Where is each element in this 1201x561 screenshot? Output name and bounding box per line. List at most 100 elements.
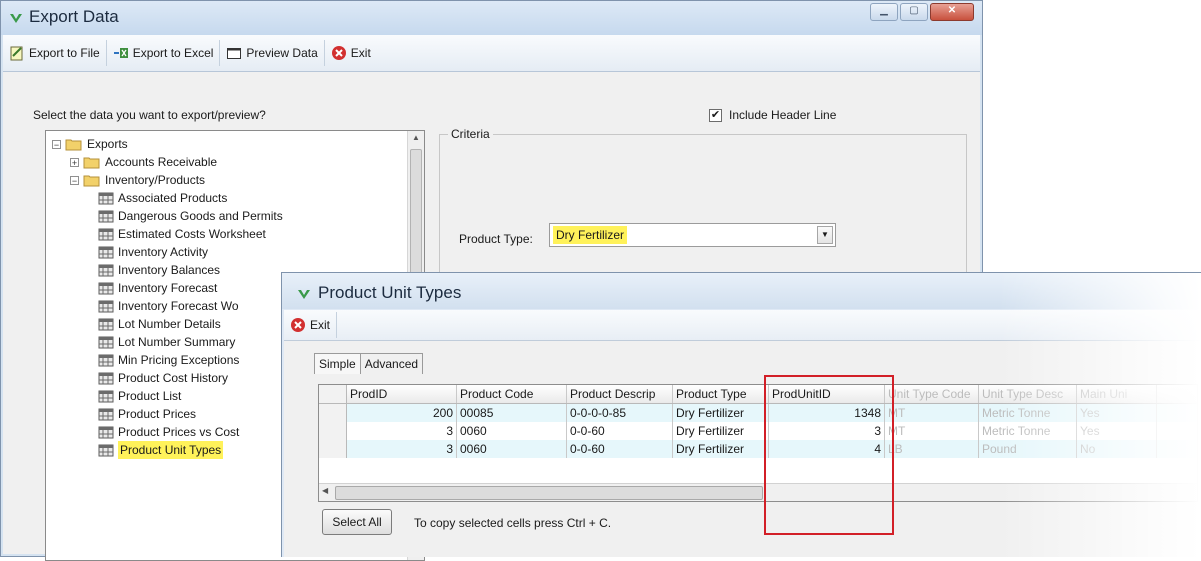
grid-cell[interactable]: Yes [1077, 422, 1157, 440]
include-header-label: Include Header Line [729, 108, 837, 122]
tree-item-label: Product Prices vs Cost [118, 425, 240, 439]
tree-item[interactable]: Product Prices [98, 405, 196, 423]
grid-cell[interactable]: Metric Tonne [979, 422, 1077, 440]
export-to-excel-button[interactable]: Export to Excel [107, 40, 221, 66]
child-exit-button[interactable]: Exit [284, 312, 338, 338]
row-selector[interactable] [319, 385, 347, 403]
column-header[interactable]: Product Code [457, 385, 567, 403]
grid-cell[interactable]: Metric Tonne [979, 404, 1077, 422]
row-selector[interactable] [319, 404, 347, 422]
tree-item[interactable]: Product List [98, 387, 181, 405]
preview-data-button[interactable]: Preview Data [220, 40, 325, 66]
grid-cell[interactable]: 0-0-60 [567, 422, 673, 440]
column-header[interactable]: Product Descrip [567, 385, 673, 403]
tree-item[interactable]: Product Prices vs Cost [98, 423, 239, 441]
include-header-check-icon[interactable]: ✔ [709, 108, 722, 122]
tree-item[interactable]: Inventory Activity [98, 243, 208, 261]
tree-node-inventory-products[interactable]: − Inventory/Products [70, 171, 205, 189]
column-header[interactable]: ProdID [347, 385, 457, 403]
chevron-down-icon[interactable]: ▼ [817, 226, 833, 244]
row-selector[interactable] [319, 422, 347, 440]
table-icon [98, 300, 114, 312]
scroll-up-icon[interactable]: ▲ [408, 133, 424, 142]
table-icon [98, 408, 114, 420]
folder-open-icon [65, 139, 82, 150]
grid-cell[interactable]: MT [885, 404, 979, 422]
child-titlebar[interactable]: Product Unit Types [282, 273, 1201, 309]
column-header[interactable]: Main Uni [1077, 385, 1157, 403]
grid-cell[interactable]: 00085 [457, 404, 567, 422]
select-all-button[interactable]: Select All [322, 509, 392, 535]
include-header-checkbox[interactable]: ✔ Include Header Line [709, 108, 836, 122]
child-client-area: Simple Advanced ◀ ProdID Product Code Prod… [284, 341, 1201, 557]
grid-cell[interactable]: 3 [347, 440, 457, 458]
tree-item-label: Lot Number Details [118, 317, 221, 331]
column-header[interactable]: Unit Type Code [885, 385, 979, 403]
tree-item-label: Associated Products [118, 191, 228, 205]
exit-button[interactable]: Exit [325, 40, 377, 66]
collapse-icon[interactable]: − [52, 139, 61, 149]
grid-cell[interactable]: 200 [347, 404, 457, 422]
grid-cell[interactable]: 0060 [457, 440, 567, 458]
product-type-dropdown[interactable]: Dry Fertilizer ▼ [549, 223, 836, 247]
view-tabs: Simple Advanced [314, 353, 424, 374]
table-icon [98, 444, 114, 456]
tree-item[interactable]: Lot Number Summary [98, 333, 235, 351]
tree-item-label: Inventory Forecast Wo [118, 299, 239, 313]
grid-cell[interactable]: Dry Fertilizer [673, 422, 769, 440]
row-selector[interactable] [319, 440, 347, 458]
grid-cell[interactable]: MT [885, 422, 979, 440]
column-header[interactable]: Product Type [673, 385, 769, 403]
tree-item[interactable]: Inventory Balances [98, 261, 220, 279]
tree-item[interactable]: Associated Products [98, 189, 227, 207]
export-to-file-button[interactable]: Export to File [3, 40, 107, 66]
grid-cell[interactable]: 0-0-60 [567, 440, 673, 458]
tree-item[interactable]: Product Cost History [98, 369, 228, 387]
main-titlebar[interactable]: Export Data ▁ ▢ ✕ [1, 1, 982, 35]
column-header[interactable]: Unit Type Desc [979, 385, 1077, 403]
tree-node-exports[interactable]: − Exports [52, 135, 128, 153]
grid-cell[interactable]: Dry Fertilizer [673, 404, 769, 422]
tree-item[interactable]: Lot Number Details [98, 315, 221, 333]
maximize-button[interactable]: ▢ [900, 3, 928, 21]
scroll-left-icon[interactable]: ◀ [322, 486, 328, 495]
column-header[interactable]: ProdUnitID [769, 385, 885, 403]
collapse-icon[interactable]: − [70, 175, 79, 185]
tree-item[interactable]: Min Pricing Exceptions [98, 351, 239, 369]
child-window-title: Product Unit Types [318, 283, 462, 302]
table-row[interactable]: 200 00085 0-0-0-0-85 Dry Fertilizer 1348 MT Me… [319, 404, 1197, 422]
grid-cell[interactable]: 4 [769, 440, 885, 458]
data-grid[interactable]: ◀ ProdID Product Code Product Descrip Produ… [318, 384, 1198, 502]
grid-scroll-thumb[interactable] [335, 486, 763, 500]
grid-horizontal-scrollbar[interactable]: ◀ [319, 483, 1197, 501]
minimize-button[interactable]: ▁ [870, 3, 898, 21]
maximize-icon: ▢ [909, 5, 919, 16]
grid-cell[interactable]: No [1077, 440, 1157, 458]
grid-cell[interactable]: 3 [347, 422, 457, 440]
tree-node-accounts-receivable[interactable]: + Accounts Receivable [70, 153, 217, 171]
tree-item[interactable]: Inventory Forecast Wo [98, 297, 239, 315]
tab-advanced[interactable]: Advanced [360, 353, 424, 374]
grid-cell[interactable]: 0-0-0-0-85 [567, 404, 673, 422]
tree-item-label: Product Unit Types [118, 441, 224, 459]
export-file-icon [10, 46, 23, 61]
table-row[interactable]: 3 0060 0-0-60 Dry Fertilizer 3 MT Metric Tonne… [319, 422, 1197, 440]
grid-cell[interactable]: Yes [1077, 404, 1157, 422]
tab-simple[interactable]: Simple [314, 353, 361, 374]
grid-cell[interactable]: 0060 [457, 422, 567, 440]
tree-item[interactable]: Dangerous Goods and Permits [98, 207, 283, 225]
expand-icon[interactable]: + [70, 157, 79, 167]
tree-item-label: Lot Number Summary [118, 335, 236, 349]
grid-cell[interactable]: Pound [979, 440, 1077, 458]
app-logo-icon [298, 290, 310, 299]
grid-cell[interactable]: 1348 [769, 404, 885, 422]
grid-cell[interactable]: Dry Fertilizer [673, 440, 769, 458]
tree-item[interactable]: Product Unit Types [98, 441, 224, 459]
tree-item[interactable]: Inventory Forecast [98, 279, 217, 297]
grid-cell[interactable]: LB [885, 440, 979, 458]
grid-cell[interactable]: 3 [769, 422, 885, 440]
close-button[interactable]: ✕ [930, 3, 974, 21]
table-row[interactable]: 3 0060 0-0-60 Dry Fertilizer 4 LB Pound No [319, 440, 1197, 458]
exit-icon [291, 318, 305, 332]
tree-item[interactable]: Estimated Costs Worksheet [98, 225, 266, 243]
